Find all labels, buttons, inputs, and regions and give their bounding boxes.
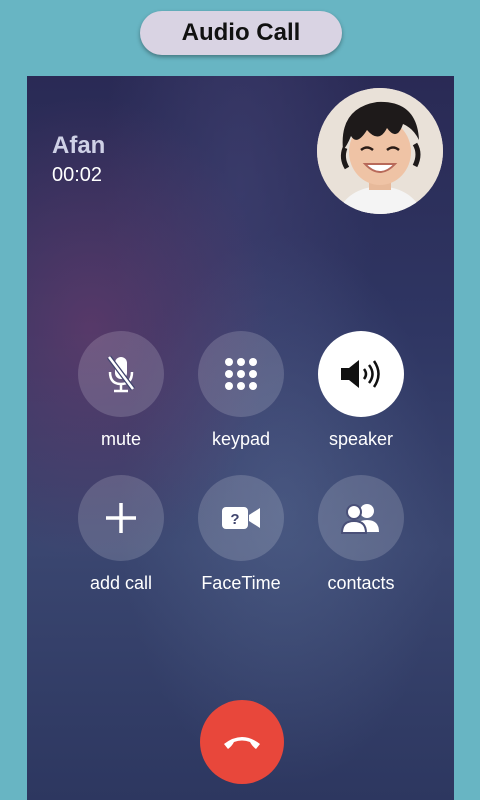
facetime-label: FaceTime	[201, 573, 281, 593]
add-call-button[interactable]: add call	[78, 475, 164, 594]
app-title: Audio Call	[140, 11, 342, 55]
keypad-button[interactable]: keypad	[198, 331, 284, 450]
mute-label: mute	[100, 429, 142, 449]
caller-name: Afan	[52, 132, 106, 159]
speaker-label: speaker	[328, 429, 394, 449]
caller-avatar	[317, 88, 443, 214]
call-timer: 00:02	[52, 164, 103, 186]
keypad-icon	[225, 358, 257, 390]
svg-text:?: ?	[230, 511, 239, 528]
mute-button-circle[interactable]	[78, 331, 164, 417]
add-call-button-circle[interactable]	[78, 475, 164, 561]
contacts-button-circle[interactable]	[318, 475, 404, 561]
plus-icon	[106, 503, 136, 533]
end-call-button[interactable]	[200, 700, 284, 784]
add-call-label: add call	[89, 573, 153, 593]
contacts-icon	[340, 504, 379, 534]
contacts-button[interactable]: contacts	[318, 475, 404, 594]
facetime-button-circle[interactable]: ?	[198, 475, 284, 561]
facetime-button[interactable]: ? FaceTime	[198, 475, 284, 594]
keypad-label: keypad	[211, 429, 271, 449]
contacts-label: contacts	[327, 573, 395, 593]
speaker-icon	[341, 360, 380, 388]
keypad-button-circle[interactable]	[198, 331, 284, 417]
speaker-button-circle[interactable]	[318, 331, 404, 417]
call-screen: Afan 00:02 mute keypad speaker add call …	[27, 76, 454, 800]
phone-hangup-icon	[224, 737, 260, 749]
video-camera-icon: ?	[222, 507, 260, 529]
speaker-button[interactable]: speaker	[318, 331, 404, 450]
mic-off-icon	[107, 355, 135, 393]
mute-button[interactable]: mute	[78, 331, 164, 450]
